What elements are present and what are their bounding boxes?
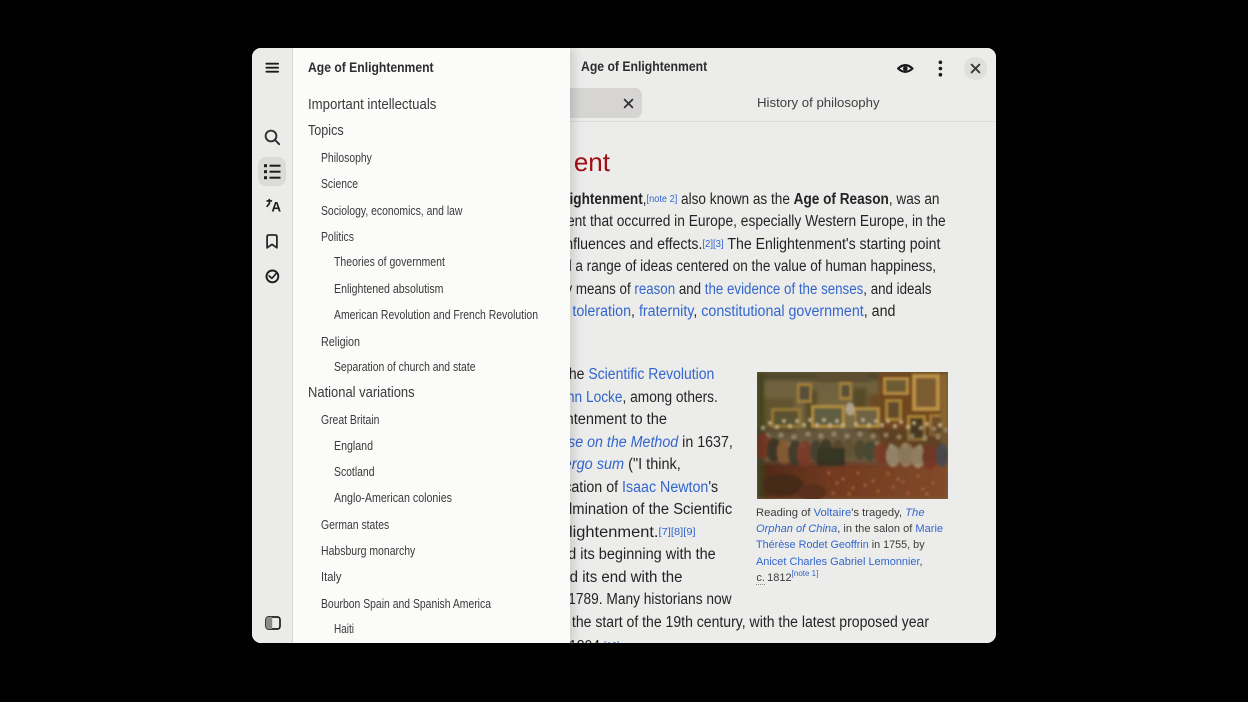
svg-text:A: A xyxy=(271,199,281,213)
